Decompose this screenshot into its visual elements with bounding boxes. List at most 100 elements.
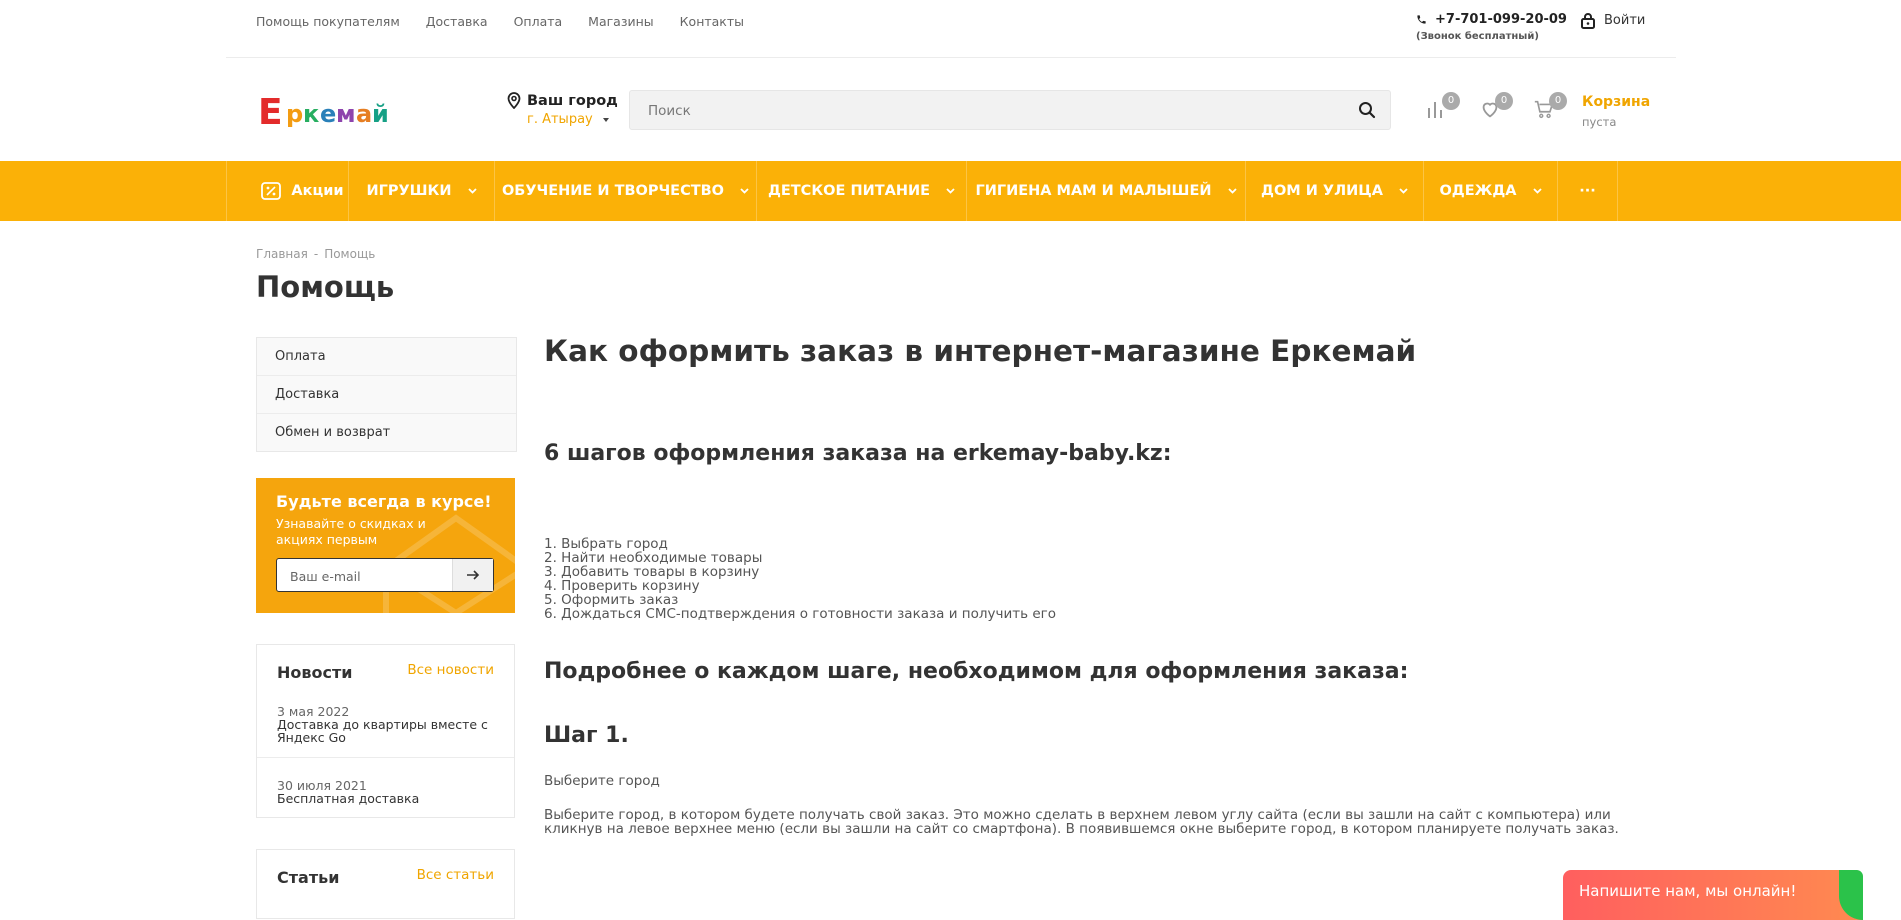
svg-text:а: а [356,100,372,128]
list-item: 5. Оформить заказ [544,592,679,608]
login-button[interactable]: Войти [1580,12,1645,29]
sidebar-item-payment[interactable]: Оплата [257,338,516,376]
nav-item-home-outdoor[interactable]: ДОМ И УЛИЦА [1246,161,1424,221]
nav-item-toys[interactable]: ИГРУШКИ [349,161,495,221]
list-item: 6. Дождаться СМС-подтверждения о готовно… [544,606,1057,622]
logo[interactable]: Е р к е м а й [256,88,391,133]
articles-box: Статьи Все статьи [256,849,515,919]
sidebar-item-returns[interactable]: Обмен и возврат [257,414,516,451]
phone-note: (Звонок бесплатный) [1416,31,1539,42]
news-item[interactable]: 30 июля 2021 Бесплатная доставка [277,779,497,805]
subscribe-button[interactable] [452,559,493,591]
chat-widget-button[interactable]: Напишите нам, мы онлайн! [1563,870,1863,920]
list-item: 4. Проверить корзину [544,578,700,594]
list-item: 1. Выбрать город [544,536,668,552]
svg-text:м: м [336,100,356,128]
subscribe-form [276,558,494,593]
news-item-title: Бесплатная доставка [277,791,420,806]
cart-button[interactable]: 0 [1533,92,1567,122]
chat-label: Напишите нам, мы онлайн! [1579,882,1797,900]
compare-count: 0 [1442,92,1460,110]
city-selector[interactable]: Ваш город г. Атырау [507,92,618,127]
phone-block[interactable]: +7-701-099-20-09 (Звонок бесплатный) [1416,12,1567,42]
steps-list: 1. Выбрать город 2. Найти необходимые то… [544,537,1056,621]
login-label: Войти [1604,13,1646,28]
chevron-down-icon [1399,188,1408,194]
list-item: 3. Добавить товары в корзину [544,564,760,580]
nav-item-clothing[interactable]: ОДЕЖДА [1424,161,1558,221]
header: Е р к е м а й Ваш город г. Атырау 0 0 [226,58,1676,161]
city-value[interactable]: г. Атырау [527,112,593,127]
all-news-link[interactable]: Все новости [407,662,494,678]
subscribe-title: Будьте всегда в курсе! [276,492,492,511]
favorites-button[interactable]: 0 [1479,92,1513,122]
breadcrumb-home[interactable]: Главная [256,247,308,261]
breadcrumb-separator: - [313,247,319,261]
toplink-help[interactable]: Помощь покупателям [256,14,400,29]
svg-text:к: к [303,100,319,128]
news-box: Новости Все новости 3 мая 2022 Доставка … [256,644,515,818]
chevron-down-icon [1227,188,1237,194]
steps-heading: 6 шагов оформления заказа на erkemay-bab… [544,441,1172,466]
news-title: Новости [277,663,353,682]
chevron-down-icon [946,188,955,194]
subscribe-box: Будьте всегда в курсе! Узнавайте о скидк… [256,478,515,613]
articles-title: Статьи [277,868,340,887]
nav-label-education: ОБУЧЕНИЕ И ТВОРЧЕСТВО [501,183,725,199]
nav-label-toys: ИГРУШКИ [366,183,452,199]
logo-image: Е р к е м а й [258,92,389,133]
page-title: Помощь [256,270,395,304]
nav-label-home-outdoor: ДОМ И УЛИЦА [1261,183,1383,199]
article-heading: Как оформить заказ в интернет-магазине Е… [544,334,1417,368]
cart-summary[interactable]: Корзина пуста [1582,94,1650,129]
toplink-stores[interactable]: Магазины [588,14,654,29]
search-input[interactable] [630,91,1350,131]
phone-number[interactable]: +7-701-099-20-09 [1435,12,1567,27]
breadcrumb-current: Помощь [324,247,376,261]
search-bar [629,90,1391,131]
chevron-down-icon [740,188,749,194]
nav-more-button[interactable]: ··· [1558,161,1618,221]
phone-icon [1417,15,1426,24]
nav-item-education[interactable]: ОБУЧЕНИЕ И ТВОРЧЕСТВО [495,161,757,221]
favorites-count: 0 [1495,92,1513,110]
cart-count: 0 [1549,92,1567,110]
subscribe-text: Узнавайте о скидках и акциях первым [276,516,426,547]
nav-label-clothing: ОДЕЖДА [1439,183,1517,199]
news-item[interactable]: 3 мая 2022 Доставка до квартиры вместе с… [277,705,497,744]
email-field[interactable] [277,559,462,593]
main-nav: Акции ИГРУШКИ ОБУЧЕНИЕ И ТВОРЧЕСТВО ДЕТС… [0,161,1901,221]
divider [257,757,514,758]
toplink-contacts[interactable]: Контакты [680,14,744,29]
lock-icon [1581,13,1595,29]
breadcrumb: Главная - Помощь [256,247,375,261]
sidebar-menu: Оплата Доставка Обмен и возврат [256,337,517,452]
search-icon[interactable] [1358,101,1376,123]
nav-label-hygiene: ГИГИЕНА МАМ И МАЛЫШЕЙ [975,183,1212,199]
nav-item-promotions[interactable]: Акции [226,161,349,221]
all-articles-link[interactable]: Все статьи [417,867,494,883]
nav-item-baby-food[interactable]: ДЕТСКОЕ ПИТАНИЕ [757,161,967,221]
details-heading: Подробнее о каждом шаге, необходимом для… [544,659,1409,684]
nav-label-baby-food: ДЕТСКОЕ ПИТАНИЕ [767,183,931,199]
percent-icon [261,182,282,200]
toplink-payment[interactable]: Оплата [514,14,563,29]
top-links: Помощь покупателям Доставка Оплата Магаз… [256,14,744,29]
nav-item-hygiene[interactable]: ГИГИЕНА МАМ И МАЛЫШЕЙ [967,161,1246,221]
caret-down-icon [602,117,609,122]
chevron-down-icon [467,188,477,194]
svg-text:е: е [320,100,336,128]
svg-text:Е: Е [258,92,283,132]
step1-text: Выберите город, в котором будете получат… [544,807,1619,837]
more-dots-icon: ··· [1579,183,1596,199]
chevron-down-icon [1532,188,1542,194]
compare-button[interactable]: 0 [1426,92,1460,122]
nav-label-promotions: Акции [291,183,344,199]
cart-status: пуста [1582,115,1617,129]
toplink-delivery[interactable]: Доставка [426,14,488,29]
cart-title: Корзина [1582,94,1651,110]
step1-subtitle: Выберите город [544,773,660,789]
top-bar: Помощь покупателям Доставка Оплата Магаз… [226,0,1676,58]
svg-text:й: й [372,100,389,128]
sidebar-item-delivery[interactable]: Доставка [257,376,516,414]
